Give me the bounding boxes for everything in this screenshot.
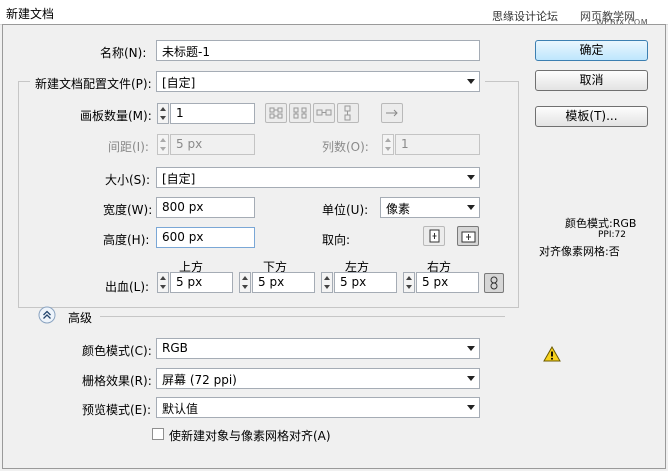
units-select[interactable]: 像素 [380,197,480,218]
units-value: 像素 [386,202,411,216]
bleed-bottom-stepper[interactable] [239,272,251,293]
bleed-bottom-input[interactable]: 5 px [252,272,315,293]
spacing-input[interactable]: 5 px [170,134,255,155]
bleed-right-input[interactable]: 5 px [416,272,479,293]
group-line-top-left [18,81,30,82]
title-bar [0,0,668,25]
stepper-up-icon[interactable] [160,138,166,142]
width-label: 宽度(W): [103,203,153,217]
bleed-top-input[interactable]: 5 px [170,272,233,293]
preview-select[interactable]: 默认值 [156,397,480,418]
watermark-left: 思缘设计论坛 [492,10,558,23]
arrange-by-row-icon[interactable] [313,103,335,123]
stepper-down-icon[interactable] [406,285,412,289]
chevron-down-icon [467,376,475,381]
cancel-button[interactable]: 取消 [535,70,648,91]
name-label: 名称(N): [100,46,147,60]
layout-direction-icon[interactable] [381,103,403,123]
units-label: 单位(U): [322,203,369,217]
size-label: 大小(S): [105,173,151,187]
preview-label: 预览模式(E): [82,403,151,417]
bleed-top-stepper[interactable] [157,272,169,293]
color-mode-select[interactable]: RGB [156,338,480,359]
columns-input[interactable]: 1 [395,134,480,155]
bleed-right-stepper[interactable] [403,272,415,293]
info-pixel-grid: 对齐像素网格:否 [539,245,620,258]
height-label: 高度(H): [103,233,150,247]
group-line-bottom [18,307,519,308]
landscape-icon[interactable] [457,226,479,246]
stepper-down-icon[interactable] [160,116,166,120]
stepper-down-icon[interactable] [385,147,391,151]
stepper-down-icon[interactable] [160,147,166,151]
stepper-up-icon[interactable] [160,107,166,111]
raster-label: 栅格效果(R): [82,374,152,388]
spacing-stepper[interactable] [157,134,169,155]
portrait-icon[interactable] [423,226,445,246]
color-mode-value: RGB [162,341,188,355]
color-mode-label: 颜色模式(C): [82,344,152,358]
stepper-up-icon[interactable] [406,276,412,280]
chevron-down-icon [467,175,475,180]
align-pixel-grid-checkbox[interactable] [152,428,164,440]
group-line-top-right [485,81,518,82]
grid-by-column-icon[interactable] [289,103,311,123]
columns-stepper[interactable] [382,134,394,155]
size-select[interactable]: [自定] [156,167,480,188]
name-input[interactable]: 未标题-1 [156,40,480,61]
chevron-down-icon [467,346,475,351]
bleed-left-stepper[interactable] [321,272,333,293]
size-value: [自定] [162,172,196,186]
height-input[interactable]: 600 px [156,227,255,248]
stepper-up-icon[interactable] [385,138,391,142]
stepper-down-icon[interactable] [324,285,330,289]
bleed-left-input[interactable]: 5 px [334,272,397,293]
templates-button[interactable]: 模板(T)... [535,106,648,127]
raster-value: 屏幕 (72 ppi) [162,373,237,387]
artboards-label: 画板数量(M): [80,109,152,123]
columns-label: 列数(O): [322,140,369,154]
bleed-label: 出血(L): [105,280,150,294]
profile-label: 新建文档配置文件(P): [35,77,152,91]
group-line-left [18,81,19,307]
orientation-label: 取向: [322,233,351,247]
artboards-input[interactable]: 1 [170,103,255,124]
link-icon[interactable] [484,273,504,293]
profile-select[interactable]: [自定] [156,71,480,92]
stepper-down-icon[interactable] [242,285,248,289]
align-pixel-grid-label: 使新建对象与像素网格对齐(A) [169,429,331,443]
chevron-down-icon [467,405,475,410]
chevron-down-icon [467,79,475,84]
info-ppi: PPI:72 [598,230,626,240]
chevron-down-icon [467,205,475,210]
stepper-up-icon[interactable] [242,276,248,280]
info-color-mode: 颜色模式:RGB [565,217,637,230]
collapse-advanced-icon[interactable] [38,306,56,324]
raster-select[interactable]: 屏幕 (72 ppi) [156,368,480,389]
advanced-divider [100,316,505,317]
ok-button[interactable]: 确定 [535,40,648,61]
warning-icon [543,345,561,362]
advanced-label: 高级 [68,311,93,325]
stepper-down-icon[interactable] [160,285,166,289]
artboards-stepper[interactable] [157,103,169,124]
spacing-label: 间距(I): [108,140,149,154]
group-line-right [518,81,519,307]
window-title: 新建文档 [6,7,55,21]
grid-by-row-icon[interactable] [265,103,287,123]
preview-value: 默认值 [162,402,199,416]
stepper-up-icon[interactable] [324,276,330,280]
width-input[interactable]: 800 px [156,197,255,218]
profile-value: [自定] [162,76,196,90]
stepper-up-icon[interactable] [160,276,166,280]
arrange-by-column-icon[interactable] [337,103,359,123]
